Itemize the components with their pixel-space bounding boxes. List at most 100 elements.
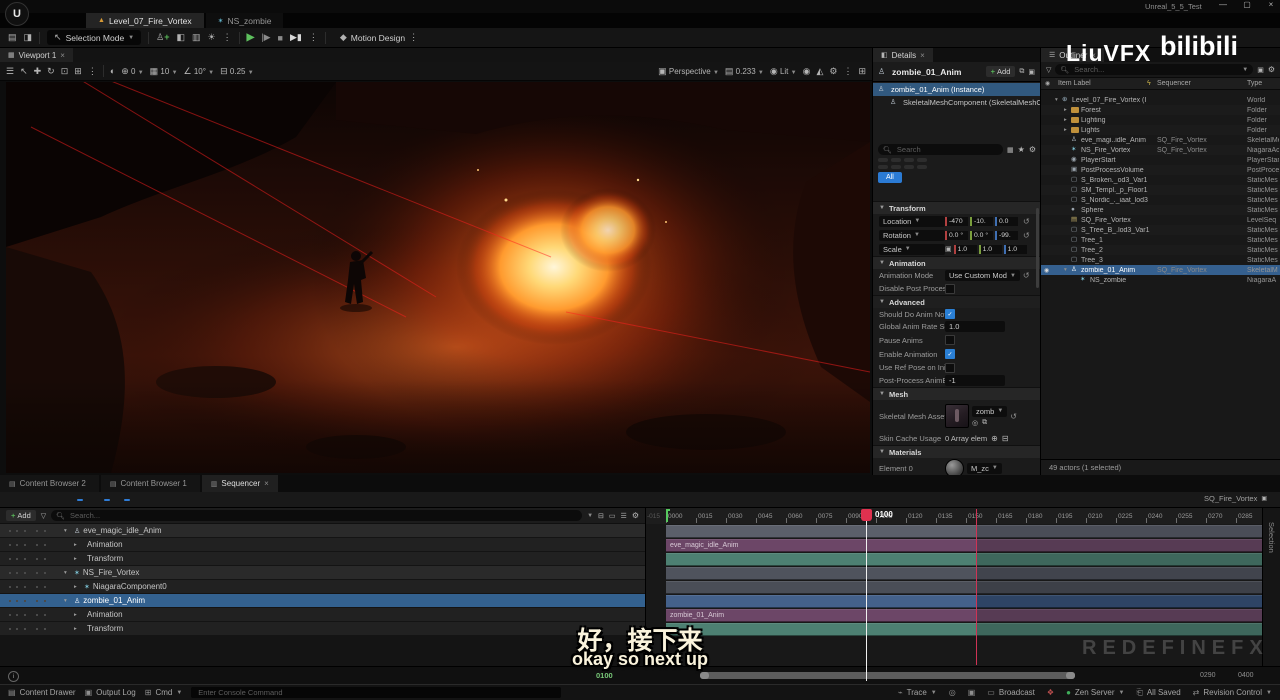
- enable-animation-checkbox[interactable]: ✓: [945, 349, 955, 359]
- outliner-row[interactable]: ◉ ▾ ♙ zombie_01_Anim SQ_Fire_Vortex Skel…: [1041, 265, 1280, 275]
- disable-post-process-checkbox[interactable]: ✓: [945, 284, 955, 294]
- reset-icon[interactable]: ↺: [1010, 412, 1017, 421]
- post-process-anim-field[interactable]: -1: [945, 375, 1005, 386]
- asset-tab[interactable]: ▲ Level_07_Fire_Vortex: [86, 13, 204, 28]
- settings-gear-icon[interactable]: ⚙: [1029, 145, 1036, 154]
- select-tool-icon[interactable]: ↖: [20, 66, 28, 77]
- asset-tab[interactable]: ✶ NS_zombie: [206, 13, 284, 28]
- expander-icon[interactable]: ▸: [1064, 107, 1071, 113]
- save-icon[interactable]: ▤: [8, 32, 17, 43]
- visibility-eye-icon[interactable]: ◉: [1044, 267, 1049, 274]
- lock-icon[interactable]: ▣: [1261, 495, 1267, 502]
- ref-pose-checkbox[interactable]: ✓: [945, 363, 955, 373]
- screen-percentage-value[interactable]: ▤ 0.233 ▼: [725, 66, 764, 77]
- display-options-icon[interactable]: ▦: [1007, 146, 1014, 154]
- expander-icon[interactable]: ▸: [1064, 117, 1071, 123]
- timeline-ruler[interactable]: -015000000150030004500600075009001050120…: [645, 508, 1262, 525]
- blueprints-icon[interactable]: ◧: [176, 32, 185, 43]
- close-icon[interactable]: ×: [920, 51, 925, 60]
- section-materials[interactable]: ▼Materials: [873, 445, 1041, 458]
- bottom-tab[interactable]: ▥ Sequencer ×: [202, 475, 278, 492]
- outliner-row[interactable]: ▣ PostProcessVolume PostProce: [1041, 165, 1280, 175]
- expander-icon[interactable]: ▾: [1055, 97, 1062, 103]
- chevron-down-icon[interactable]: ▼: [587, 513, 593, 519]
- outliner-row[interactable]: ▢ Tree_2 StaticMes: [1041, 245, 1280, 255]
- expander-icon[interactable]: ▾: [64, 528, 71, 534]
- mesh-thumbnail[interactable]: [945, 404, 969, 428]
- sequencer-search-input[interactable]: [68, 510, 577, 521]
- selection-mode-dropdown[interactable]: ↖ Selection Mode ▼: [47, 30, 141, 45]
- outliner-row[interactable]: ▢ S_Broken._od3_Var1 StaticMes: [1041, 175, 1280, 185]
- viewport-menu-icon[interactable]: ☰: [6, 66, 14, 77]
- reset-icon[interactable]: ↺: [1023, 271, 1030, 280]
- timeline-track-row[interactable]: [666, 580, 1262, 594]
- filter-chip[interactable]: [891, 158, 901, 162]
- location-y-field[interactable]: -10.: [970, 217, 993, 226]
- unreal-logo-icon[interactable]: U: [5, 2, 29, 26]
- browse-icon[interactable]: ◎: [972, 419, 978, 427]
- content-drawer-button[interactable]: ▤Content Drawer: [8, 688, 76, 697]
- playhead-handle[interactable]: [861, 509, 872, 521]
- playback-start-marker[interactable]: [666, 509, 670, 522]
- maximize-viewport-icon[interactable]: ⊞: [858, 66, 866, 77]
- rotation-snap-value[interactable]: ∠ 10° ▼: [184, 66, 215, 77]
- sequencer-toolbar-icon[interactable]: [77, 499, 83, 501]
- skip-button[interactable]: ▶▮: [290, 32, 302, 43]
- expander-icon[interactable]: ▸: [74, 542, 81, 548]
- timeline-section-bar[interactable]: [666, 553, 1262, 566]
- outliner-row[interactable]: ♙ eve_magi..idle_Anim SQ_Fire_Vortex Ske…: [1041, 135, 1280, 145]
- close-icon[interactable]: ×: [60, 51, 65, 60]
- new-folder-icon[interactable]: ▣: [1257, 66, 1264, 74]
- rotation-z-field[interactable]: -99.: [995, 231, 1018, 240]
- move-snap-value[interactable]: ⊕ 0 ▼: [121, 66, 143, 77]
- scale-dropdown[interactable]: Scale▼: [879, 244, 945, 255]
- should-do-anim-checkbox[interactable]: ✓: [945, 309, 955, 319]
- outliner-row[interactable]: ▢ Tree_1 StaticMes: [1041, 235, 1280, 245]
- filter-chip[interactable]: [904, 158, 914, 162]
- sequencer-track-row[interactable]: ▸ Transform: [0, 552, 645, 566]
- zen-server-dropdown[interactable]: ●Zen Server▼: [1066, 688, 1124, 697]
- expander-icon[interactable]: ▸: [1064, 127, 1071, 133]
- section-advanced[interactable]: ▼Advanced: [873, 295, 1041, 308]
- component-tree-row[interactable]: ♙ SkeletalMeshComponent (SkeletalMeshCom…: [873, 96, 1040, 109]
- play-options-icon[interactable]: ⋮: [309, 32, 318, 43]
- location-x-field[interactable]: -470: [945, 217, 968, 226]
- viewport-tab[interactable]: ▦ Viewport 1 ×: [0, 48, 73, 62]
- blueprint-convert-icon[interactable]: ⧉: [1019, 68, 1024, 76]
- console-command-input[interactable]: [196, 687, 556, 698]
- list-options-icon[interactable]: ☰: [621, 512, 627, 520]
- sequencer-track-row[interactable]: ▸ Animation: [0, 538, 645, 552]
- outliner-row[interactable]: ▤ SQ_Fire_Vortex LevelSeq: [1041, 215, 1280, 225]
- all-saved-button[interactable]: ⎗All Saved: [1136, 688, 1180, 698]
- derived-data-icon[interactable]: ❖: [1047, 688, 1054, 697]
- sequencer-add-button[interactable]: +Add: [6, 510, 36, 521]
- outliner-row[interactable]: ▢ Tree_3 StaticMes: [1041, 255, 1280, 265]
- minimize-tracks-icon[interactable]: ⊟: [598, 512, 604, 520]
- delete-icon[interactable]: ⊟: [1002, 434, 1009, 443]
- trace-dropdown[interactable]: ⌁Trace▼: [898, 688, 937, 697]
- scale-lock-icon[interactable]: ▣: [945, 245, 952, 253]
- timeline-track-row[interactable]: [666, 524, 1262, 538]
- filter-chip[interactable]: [917, 158, 927, 162]
- outliner-row[interactable]: ● Sphere StaticMes: [1041, 205, 1280, 215]
- timeline-section-bar[interactable]: [666, 567, 1262, 580]
- cinematics-icon[interactable]: ▥: [192, 32, 201, 43]
- details-tab[interactable]: ◧ Details ×: [873, 48, 933, 62]
- move-tool-icon[interactable]: ✚: [34, 66, 42, 77]
- stop-button[interactable]: ■: [278, 33, 283, 43]
- component-tree-row[interactable]: ♙ zombie_01_Anim (Instance): [873, 83, 1040, 96]
- scale-z-field[interactable]: 1.0: [1004, 245, 1027, 254]
- close-icon[interactable]: ×: [264, 479, 269, 488]
- viewport-settings-gear-icon[interactable]: ⚙: [829, 66, 837, 77]
- expand-tracks-icon[interactable]: ▭: [609, 512, 616, 520]
- sequencer-toolbar-icon[interactable]: [124, 499, 130, 501]
- viewport-canvas[interactable]: [6, 82, 870, 473]
- location-z-field[interactable]: 0.0: [995, 217, 1018, 226]
- rotate-tool-icon[interactable]: ↻: [47, 66, 55, 77]
- filter-chip[interactable]: [917, 165, 927, 169]
- expander-icon[interactable]: ▾: [64, 570, 71, 576]
- environment-icon[interactable]: ☀: [208, 32, 216, 43]
- more-options-icon[interactable]: ⋮: [88, 66, 97, 77]
- settings-gear-icon[interactable]: ⚙: [632, 511, 639, 520]
- minimize-button[interactable]: —: [1216, 0, 1230, 9]
